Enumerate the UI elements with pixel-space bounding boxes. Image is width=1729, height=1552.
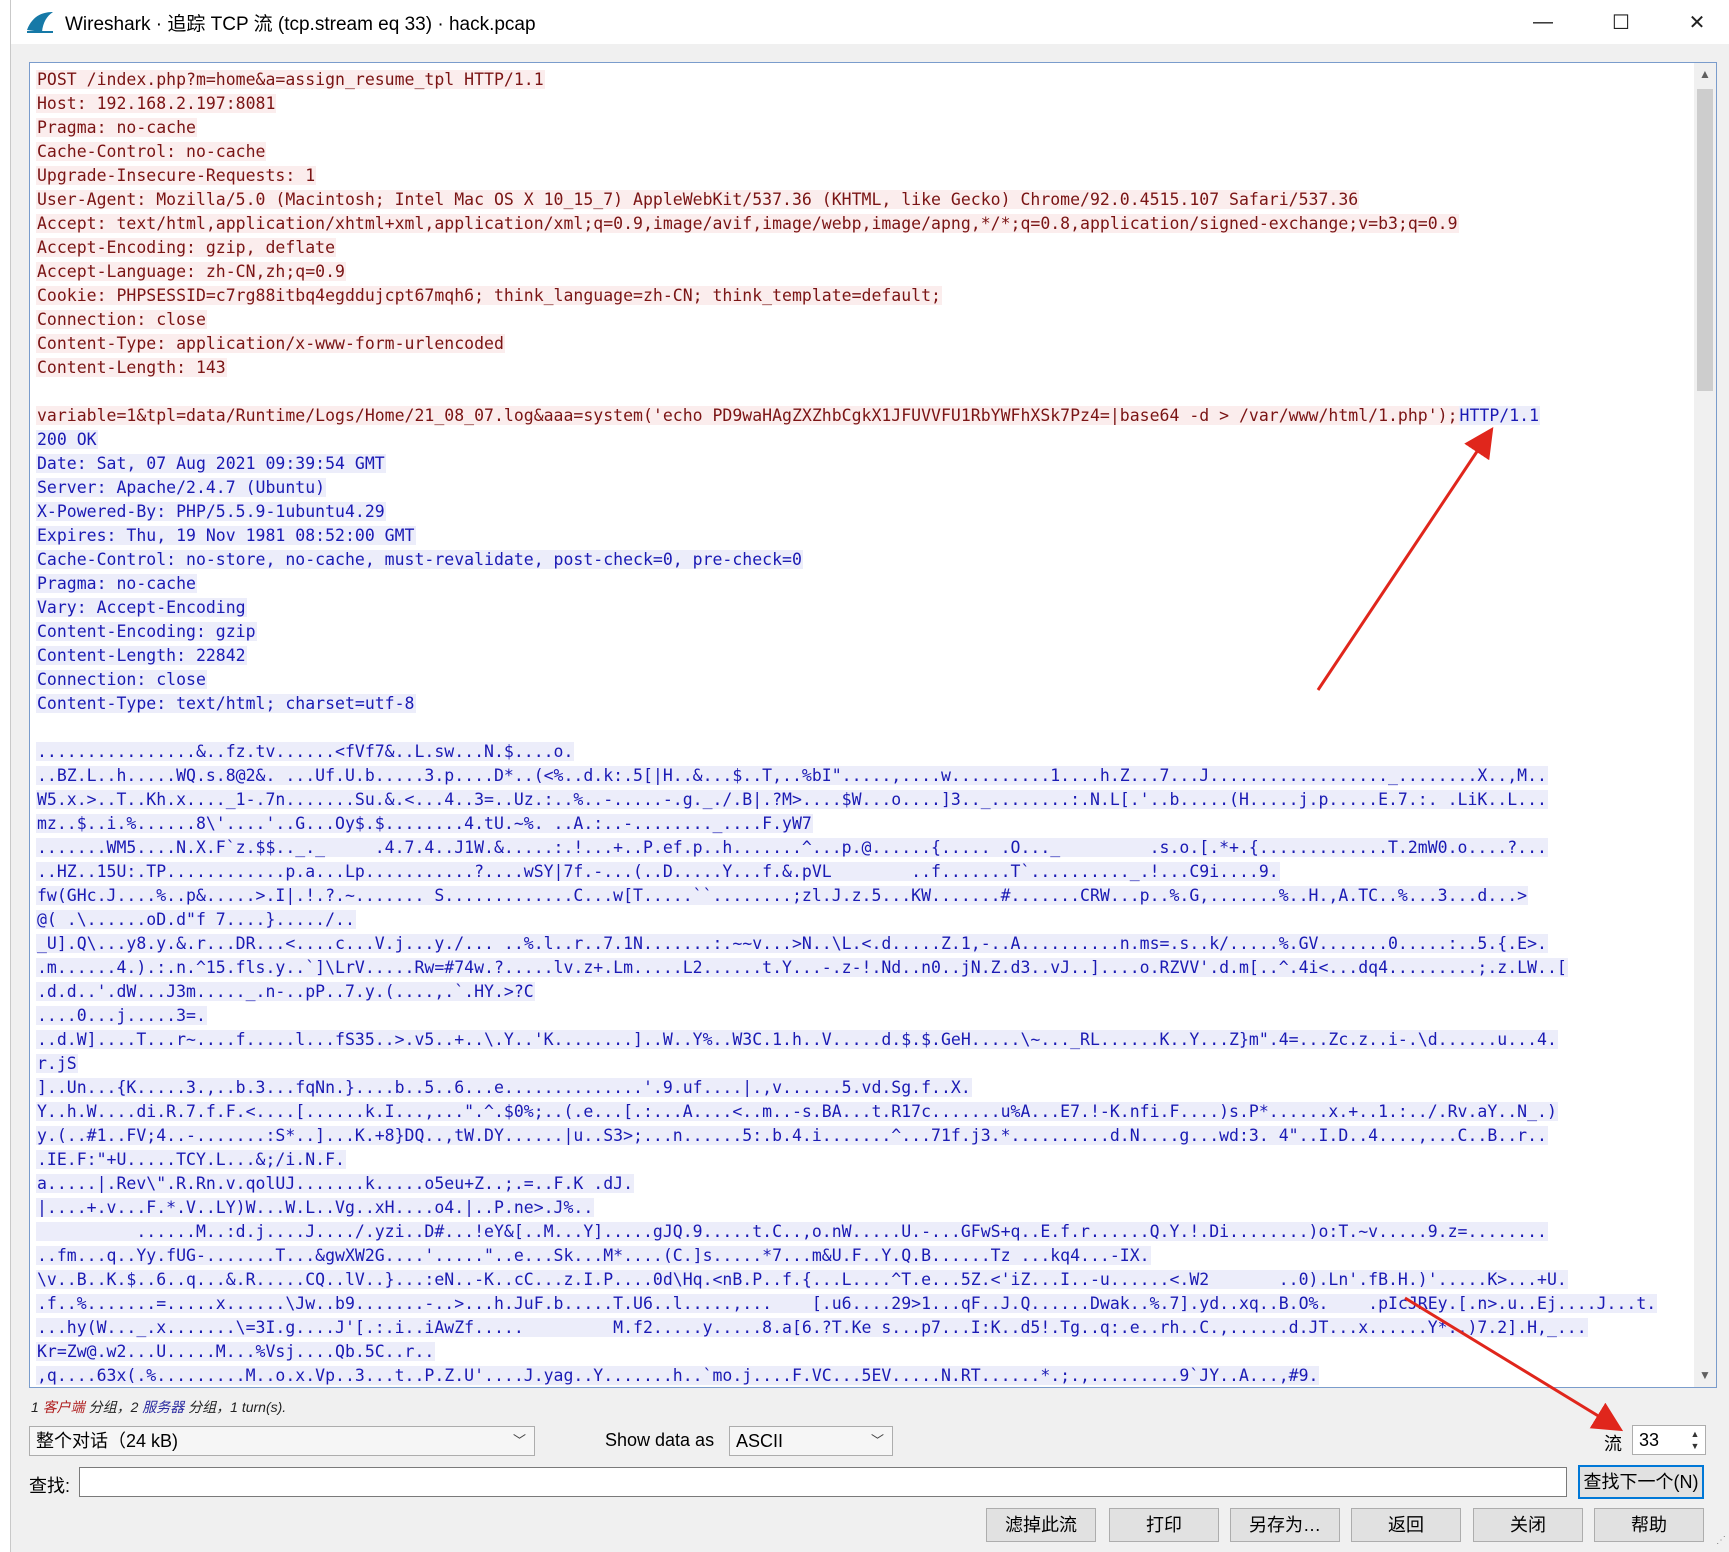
stream-content-pane[interactable]: POST /index.php?m=home&a=assign_resume_t… bbox=[29, 62, 1717, 1388]
stream-line: r.jS bbox=[36, 1054, 78, 1073]
filter-out-stream-button[interactable]: 滤掉此流 bbox=[986, 1508, 1096, 1542]
stream-number-label: 流 bbox=[1604, 1434, 1622, 1454]
stream-line: Content-Length: 143 bbox=[36, 358, 227, 377]
stream-line: .m......4.).:.n.^15.fls.y..`]\LrV.....Rw… bbox=[36, 958, 1568, 977]
stream-line: Host: 192.168.2.197:8081 bbox=[36, 94, 277, 113]
find-next-button[interactable]: 查找下一个(N) bbox=[1578, 1465, 1704, 1499]
spin-arrows-icon[interactable]: ▲ ▼ bbox=[1687, 1428, 1703, 1452]
stream-line: ....0...j.....3=. bbox=[36, 1006, 207, 1025]
stream-line: \v..B..K.$..6..q...&.R.....CQ..lV..}...:… bbox=[36, 1270, 1568, 1289]
stream-line: Server: Apache/2.4.7 (Ubuntu) bbox=[36, 478, 327, 497]
window-title: Wireshark · 追踪 TCP 流 (tcp.stream eq 33) … bbox=[65, 14, 536, 35]
stream-line: a.....|.Rev\".R.Rn.v.qolUJ.......k.....o… bbox=[36, 1174, 635, 1193]
stream-line: Content-Type: text/html; charset=utf-8 bbox=[36, 694, 416, 713]
stream-line: ]..Un...{K.....3.,..b.3...fqNn.}....b..5… bbox=[36, 1078, 972, 1097]
stream-line: 200 OK bbox=[36, 430, 98, 449]
stream-line: y.(..#1..FV;4..-.......:S*..]...K.+8}DQ.… bbox=[36, 1126, 1548, 1145]
stream-line: variable=1&tpl=data/Runtime/Logs/Home/21… bbox=[36, 406, 1541, 425]
stream-line: ......M..:d.j....J..../.yzi..D#...!eY&[.… bbox=[36, 1222, 1548, 1241]
help-button[interactable]: 帮助 bbox=[1594, 1508, 1704, 1542]
print-button[interactable]: 打印 bbox=[1109, 1508, 1219, 1542]
wireshark-fin-icon bbox=[27, 12, 53, 33]
stream-summary: 1 客户端 分组，2 服务器 分组，1 turn(s). bbox=[31, 1399, 287, 1415]
stream-line: Accept: text/html,application/xhtml+xml,… bbox=[36, 214, 1459, 233]
title-bar: Wireshark · 追踪 TCP 流 (tcp.stream eq 33) … bbox=[11, 0, 1729, 44]
stream-line: .d.d..'.dW...J3m....._.n-..pP..7.y.(....… bbox=[36, 982, 535, 1001]
chevron-down-icon: ﹀ bbox=[512, 1433, 526, 1448]
stream-line: Connection: close bbox=[36, 670, 207, 689]
stream-line: Pragma: no-cache bbox=[36, 574, 197, 593]
stream-line: Accept-Encoding: gzip, deflate bbox=[36, 238, 337, 257]
stream-line bbox=[36, 716, 1657, 740]
stream-line: ..BZ.L..h.....WQ.s.8@2&. ...Uf.U.b.....3… bbox=[36, 766, 1548, 785]
stream-line: _U].Q\...y8.y.&.r...DR...<....c...V.j...… bbox=[36, 934, 1548, 953]
stream-line: Cache-Control: no-store, no-cache, must-… bbox=[36, 550, 803, 569]
client-label: 客户端 bbox=[42, 1399, 85, 1415]
stream-line: Cookie: PHPSESSID=c7rg88itbq4egddujcpt67… bbox=[36, 286, 942, 305]
stream-line: ................&..fz.tv......<fVf7&..L.… bbox=[36, 742, 575, 761]
stream-line: Content-Type: application/x-www-form-url… bbox=[36, 334, 505, 353]
stream-line: mz..$..i.%......8\'....'..G...Oy$.$.....… bbox=[36, 814, 813, 833]
show-data-as-select[interactable]: ASCII ﹀ bbox=[729, 1426, 893, 1456]
find-label: 查找: bbox=[29, 1476, 71, 1496]
stream-line: Connection: close bbox=[36, 310, 207, 329]
stream-line: .......WM5....N.X.F`z.$$.._._ .4.7.4..J1… bbox=[36, 838, 1548, 857]
stream-line: User-Agent: Mozilla/5.0 (Macintosh; Inte… bbox=[36, 190, 1360, 209]
stream-line: Content-Length: 22842 bbox=[36, 646, 247, 665]
close-button[interactable]: 关闭 bbox=[1473, 1508, 1583, 1542]
stream-line: @( .\......oD.d"f 7....}...../.. bbox=[36, 910, 356, 929]
stream-line: ,q....63x(.%.........M..o.x.Vp..3...t..P… bbox=[36, 1366, 1320, 1385]
follow-tcp-stream-window: Wireshark · 追踪 TCP 流 (tcp.stream eq 33) … bbox=[10, 0, 1729, 1552]
stream-line: Upgrade-Insecure-Requests: 1 bbox=[36, 166, 317, 185]
stream-line: X-Powered-By: PHP/5.5.9-1ubuntu4.29 bbox=[36, 502, 386, 521]
stream-line bbox=[36, 380, 1657, 404]
stream-line: .f..%.......=.....x......\Jw..b9.......-… bbox=[36, 1294, 1658, 1313]
stream-line: ..HZ..15U:.TP............p.a...Lp.......… bbox=[36, 862, 1280, 881]
stream-line: Pragma: no-cache bbox=[36, 118, 197, 137]
stream-line: ..d.W]....T...r~....f.....l...fS35..>.v5… bbox=[36, 1030, 1558, 1049]
close-window-button[interactable]: ✕ bbox=[1664, 0, 1729, 44]
resize-grip-icon[interactable]: ⋰ bbox=[1716, 1535, 1726, 1546]
stream-line: |....+.v...F.*.V..LY)W...W.L..Vg..xH....… bbox=[36, 1198, 595, 1217]
show-data-as-label: Show data as bbox=[605, 1430, 715, 1450]
stream-line: .IE.F:"+U.....TCY.L...&;/i.N.F. bbox=[36, 1150, 346, 1169]
stream-line: Accept-Language: zh-CN,zh;q=0.9 bbox=[36, 262, 346, 281]
stream-number-spinbox[interactable]: 33 ▲ ▼ bbox=[1632, 1425, 1706, 1455]
vertical-scrollbar[interactable]: ▲ ▼ bbox=[1694, 63, 1716, 1387]
chevron-down-icon: ﹀ bbox=[870, 1433, 884, 1448]
stream-line: ..fm...q..Yy.fUG-.......T...&gwXW2G....'… bbox=[36, 1246, 1151, 1265]
save-as-button[interactable]: 另存为… bbox=[1230, 1508, 1340, 1542]
stream-line: Date: Sat, 07 Aug 2021 09:39:54 GMT bbox=[36, 454, 386, 473]
stream-line: ...hy(W..._.x.......\=3I.g....J'[.:.i..i… bbox=[36, 1318, 1588, 1337]
minimize-button[interactable]: — bbox=[1510, 0, 1576, 44]
stream-text: POST /index.php?m=home&a=assign_resume_t… bbox=[36, 68, 1658, 1387]
back-button[interactable]: 返回 bbox=[1351, 1508, 1461, 1542]
stream-line: Vary: Accept-Encoding bbox=[36, 598, 247, 617]
scroll-up-arrow-icon[interactable]: ▲ bbox=[1694, 63, 1716, 87]
stream-line: fw(GHc.J....%..p&.....>.I|.!.?.~....... … bbox=[36, 886, 1529, 905]
stream-line: Content-Encoding: gzip bbox=[36, 622, 257, 641]
stream-line: POST /index.php?m=home&a=assign_resume_t… bbox=[36, 70, 545, 89]
stream-line: W5.x.>..T..Kh.x...._1-.7n.......Su.&.<..… bbox=[36, 790, 1548, 809]
scroll-down-arrow-icon[interactable]: ▼ bbox=[1694, 1363, 1716, 1387]
server-label: 服务器 bbox=[142, 1399, 185, 1415]
maximize-button[interactable]: ☐ bbox=[1588, 0, 1654, 44]
stream-line: Expires: Thu, 19 Nov 1981 08:52:00 GMT bbox=[36, 526, 416, 545]
find-input[interactable] bbox=[79, 1467, 1567, 1497]
stream-line: Y..h.W....di.R.7.f.F.<....[......k.I...,… bbox=[36, 1102, 1558, 1121]
stream-line: Kr=Zw@.w2...U.....M...%Vsj....Qb.5C..r.. bbox=[36, 1342, 436, 1361]
stream-line: Cache-Control: no-cache bbox=[36, 142, 267, 161]
scrollbar-thumb[interactable] bbox=[1697, 89, 1713, 391]
conversation-select[interactable]: 整个对话（24 kB) ﹀ bbox=[29, 1426, 535, 1456]
